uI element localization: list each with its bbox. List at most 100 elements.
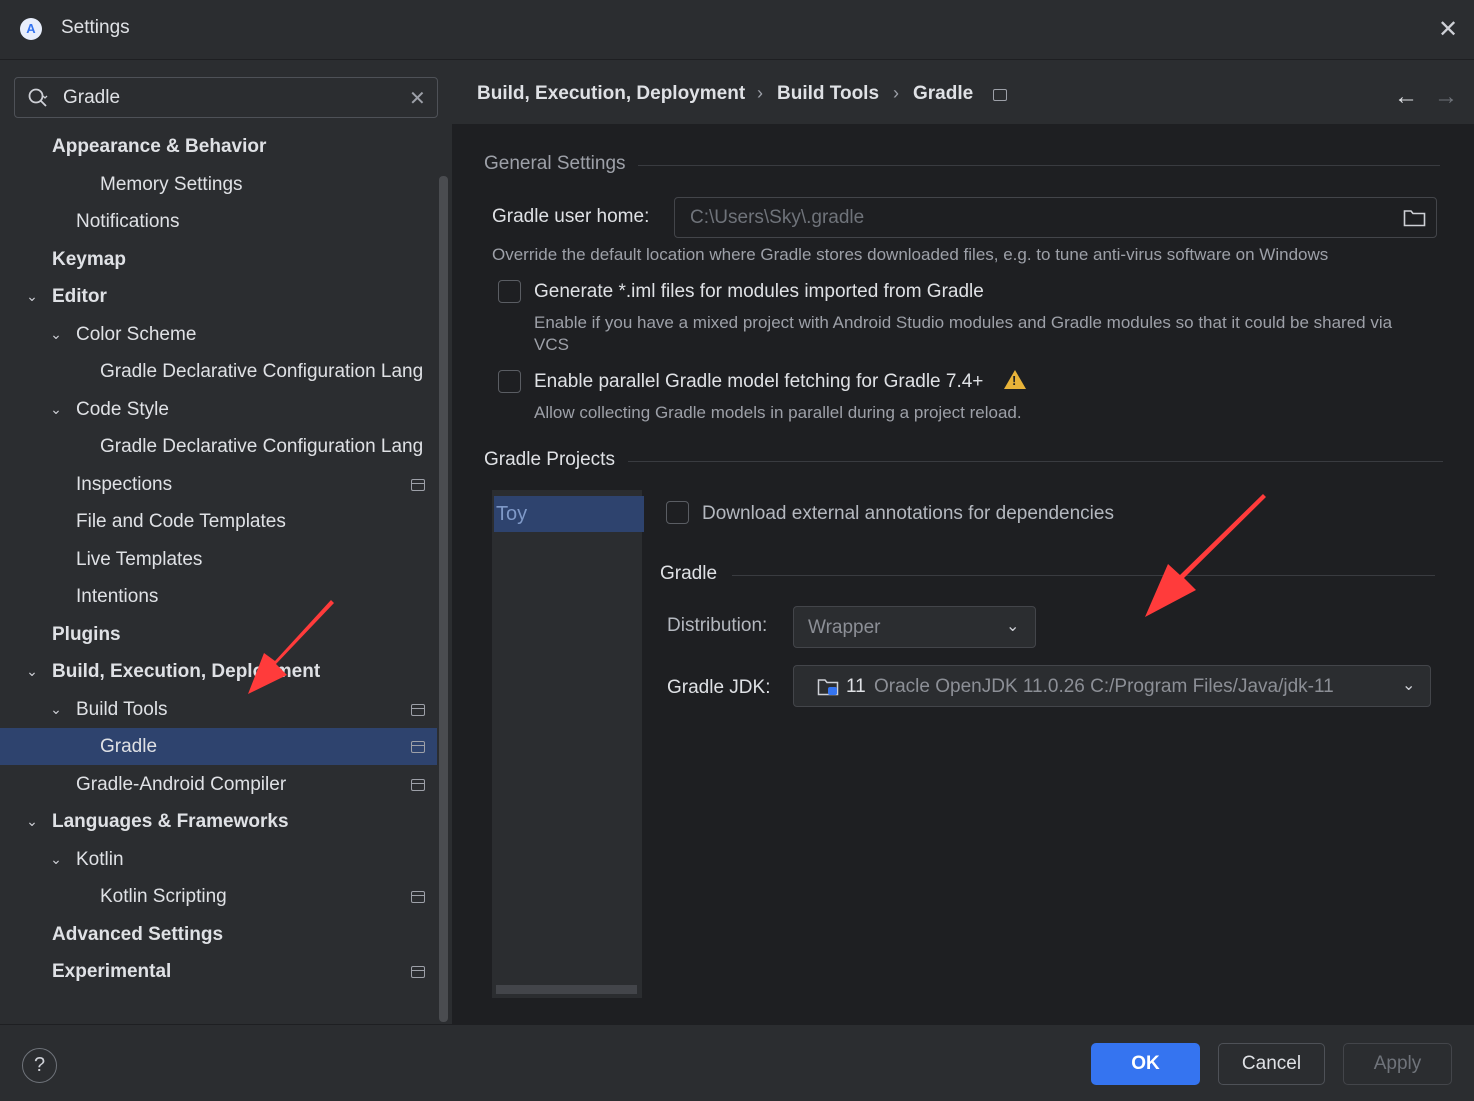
- sidebar-item-label: Kotlin: [76, 848, 124, 870]
- ok-button[interactable]: OK: [1091, 1043, 1200, 1085]
- folder-icon[interactable]: [1403, 208, 1426, 227]
- sidebar-item-appearance-behavior[interactable]: Appearance & Behavior: [0, 128, 437, 165]
- sidebar-item-label: Gradle Declarative Configuration Lang: [100, 361, 424, 382]
- content-header: Build, Execution, Deployment › Build Too…: [452, 61, 1474, 124]
- sidebar-item-inspections[interactable]: Inspections: [0, 466, 437, 503]
- breadcrumb-separator: ›: [893, 83, 899, 103]
- arrow-right-icon[interactable]: →: [1434, 83, 1458, 111]
- sidebar-item-gradle[interactable]: Gradle: [0, 728, 450, 765]
- help-icon[interactable]: ?: [22, 1048, 57, 1083]
- download-annotations-checkbox[interactable]: [666, 501, 689, 524]
- project-item-toy[interactable]: Toy: [494, 496, 644, 532]
- chevron-down-icon[interactable]: ⌄: [46, 391, 66, 428]
- gradle-jdk-version[interactable]: 11: [846, 676, 866, 698]
- title-bar: A Settings ✕: [0, 0, 1474, 60]
- sidebar-item-advanced-settings[interactable]: Advanced Settings: [0, 916, 437, 953]
- chevron-down-icon: ⌄: [1006, 618, 1020, 635]
- scrollbar-thumb[interactable]: [439, 176, 448, 1022]
- gradle-user-home-value[interactable]: C:\Users\Sky\.gradle: [690, 207, 864, 229]
- sidebar-item-kotlin[interactable]: ⌄ Kotlin: [0, 841, 437, 878]
- folder-icon: [817, 679, 839, 696]
- sidebar-item-label: Memory Settings: [100, 173, 243, 195]
- sidebar-item-notifications[interactable]: Notifications: [0, 203, 437, 240]
- chevron-down-icon[interactable]: ⌄: [22, 278, 42, 315]
- sidebar-item-build-execution-deployment[interactable]: ⌄ Build, Execution, Deployment: [0, 653, 437, 690]
- sidebar-item-editor[interactable]: ⌄ Editor: [0, 278, 437, 315]
- sidebar-item-label: Build, Execution, Deployment: [52, 661, 321, 682]
- sidebar-item-file-and-code-templates[interactable]: File and Code Templates: [0, 503, 437, 540]
- gradle-user-home-hint: Override the default location where Grad…: [492, 245, 1329, 264]
- sidebar-item-label: Color Scheme: [76, 323, 197, 345]
- sidebar-item-label: Experimental: [52, 961, 172, 982]
- sidebar-item-gradle-declarative-configuration-lang[interactable]: Gradle Declarative Configuration Lang: [0, 353, 437, 390]
- search-input[interactable]: [63, 84, 393, 112]
- sidebar-item-build-tools[interactable]: ⌄ Build Tools: [0, 691, 437, 728]
- sidebar-item-gradle-declarative-configuration-lang[interactable]: Gradle Declarative Configuration Lang: [0, 428, 437, 465]
- section-divider: [732, 575, 1435, 576]
- chevron-down-icon[interactable]: ⌄: [46, 841, 66, 878]
- breadcrumb-item[interactable]: Build, Execution, Deployment: [477, 83, 745, 105]
- sidebar-item-kotlin-scripting[interactable]: Kotlin Scripting: [0, 878, 437, 915]
- parallel-fetch-checkbox[interactable]: [498, 370, 521, 393]
- chevron-down-icon[interactable]: ⌄: [22, 803, 42, 840]
- close-icon[interactable]: ✕: [1436, 18, 1460, 42]
- window-title: Settings: [61, 17, 130, 38]
- download-annotations-label[interactable]: Download external annotations for depend…: [702, 503, 1114, 525]
- sidebar-item-label: Kotlin Scripting: [100, 886, 227, 907]
- sidebar-item-label: File and Code Templates: [76, 511, 286, 532]
- project-level-icon: [411, 741, 425, 753]
- cancel-button[interactable]: Cancel: [1218, 1043, 1325, 1085]
- sidebar-item-keymap[interactable]: Keymap: [0, 241, 437, 278]
- sidebar-item-memory-settings[interactable]: Memory Settings: [0, 166, 437, 203]
- sidebar-item-label: Intentions: [76, 586, 159, 607]
- apply-button[interactable]: Apply: [1343, 1043, 1452, 1085]
- sidebar-item-label: Gradle: [100, 736, 158, 757]
- sidebar-item-label: Editor: [52, 286, 107, 307]
- sidebar-item-experimental[interactable]: Experimental: [0, 953, 437, 990]
- settings-sidebar: ✕ Appearance & Behavior Memory Settings No…: [0, 61, 452, 1024]
- sidebar-scrollbar[interactable]: [437, 133, 450, 1023]
- sidebar-item-label: Gradle-Android Compiler: [76, 773, 287, 795]
- sidebar-item-label: Inspections: [76, 473, 173, 495]
- generate-iml-label[interactable]: Generate *.iml files for modules importe…: [534, 281, 984, 303]
- sidebar-item-label: Languages & Frameworks: [52, 811, 289, 832]
- sidebar-item-live-templates[interactable]: Live Templates: [0, 541, 437, 578]
- parallel-fetch-hint: Allow collecting Gradle models in parall…: [534, 403, 1022, 422]
- distribution-value[interactable]: Wrapper: [808, 617, 881, 639]
- distribution-label: Distribution:: [667, 615, 768, 636]
- sidebar-item-label: Code Style: [76, 398, 169, 420]
- sidebar-item-code-style[interactable]: ⌄ Code Style: [0, 391, 437, 428]
- parallel-fetch-label[interactable]: Enable parallel Gradle model fetching fo…: [534, 371, 983, 393]
- chevron-down-icon[interactable]: ⌄: [22, 653, 42, 690]
- chevron-down-icon[interactable]: ⌄: [46, 691, 66, 728]
- generate-iml-checkbox[interactable]: [498, 280, 521, 303]
- sidebar-item-label: Build Tools: [76, 698, 168, 720]
- project-level-icon: [411, 703, 425, 716]
- breadcrumb-item[interactable]: Build Tools: [777, 83, 879, 105]
- section-divider: [628, 461, 1443, 462]
- sidebar-item-languages-frameworks[interactable]: ⌄ Languages & Frameworks: [0, 803, 437, 840]
- sidebar-item-label: Advanced Settings: [52, 923, 224, 945]
- sidebar-item-plugins[interactable]: Plugins: [0, 616, 437, 653]
- gradle-projects-list[interactable]: Toy: [491, 489, 644, 999]
- project-level-icon: [411, 966, 425, 978]
- gradle-jdk-value[interactable]: Oracle OpenJDK 11.0.26 C:/Program Files/…: [874, 676, 1334, 698]
- arrow-left-icon[interactable]: ←: [1394, 83, 1418, 111]
- sidebar-item-color-scheme[interactable]: ⌄ Color Scheme: [0, 316, 437, 353]
- section-divider: [638, 165, 1440, 166]
- projects-list-scrollbar[interactable]: [496, 985, 637, 994]
- gradle-jdk-label: Gradle JDK:: [667, 677, 771, 698]
- chevron-down-icon[interactable]: ⌄: [46, 316, 66, 353]
- search-icon: [28, 88, 48, 107]
- sidebar-item-gradle-android-compiler[interactable]: Gradle-Android Compiler: [0, 766, 437, 803]
- distribution-select[interactable]: Wrapper ⌄: [793, 606, 1036, 648]
- gradle-user-home-field[interactable]: C:\Users\Sky\.gradle: [674, 197, 1437, 238]
- project-level-icon: [411, 891, 425, 903]
- general-settings-title: General Settings: [484, 153, 626, 174]
- sidebar-item-intentions[interactable]: Intentions: [0, 578, 437, 615]
- gradle-jdk-select[interactable]: 11 Oracle OpenJDK 11.0.26 C:/Program Fil…: [793, 665, 1431, 707]
- search-box[interactable]: ✕: [14, 77, 438, 118]
- sidebar-item-label: Notifications: [76, 211, 180, 232]
- clear-icon[interactable]: ✕: [409, 86, 426, 111]
- sidebar-item-label: Live Templates: [76, 548, 203, 570]
